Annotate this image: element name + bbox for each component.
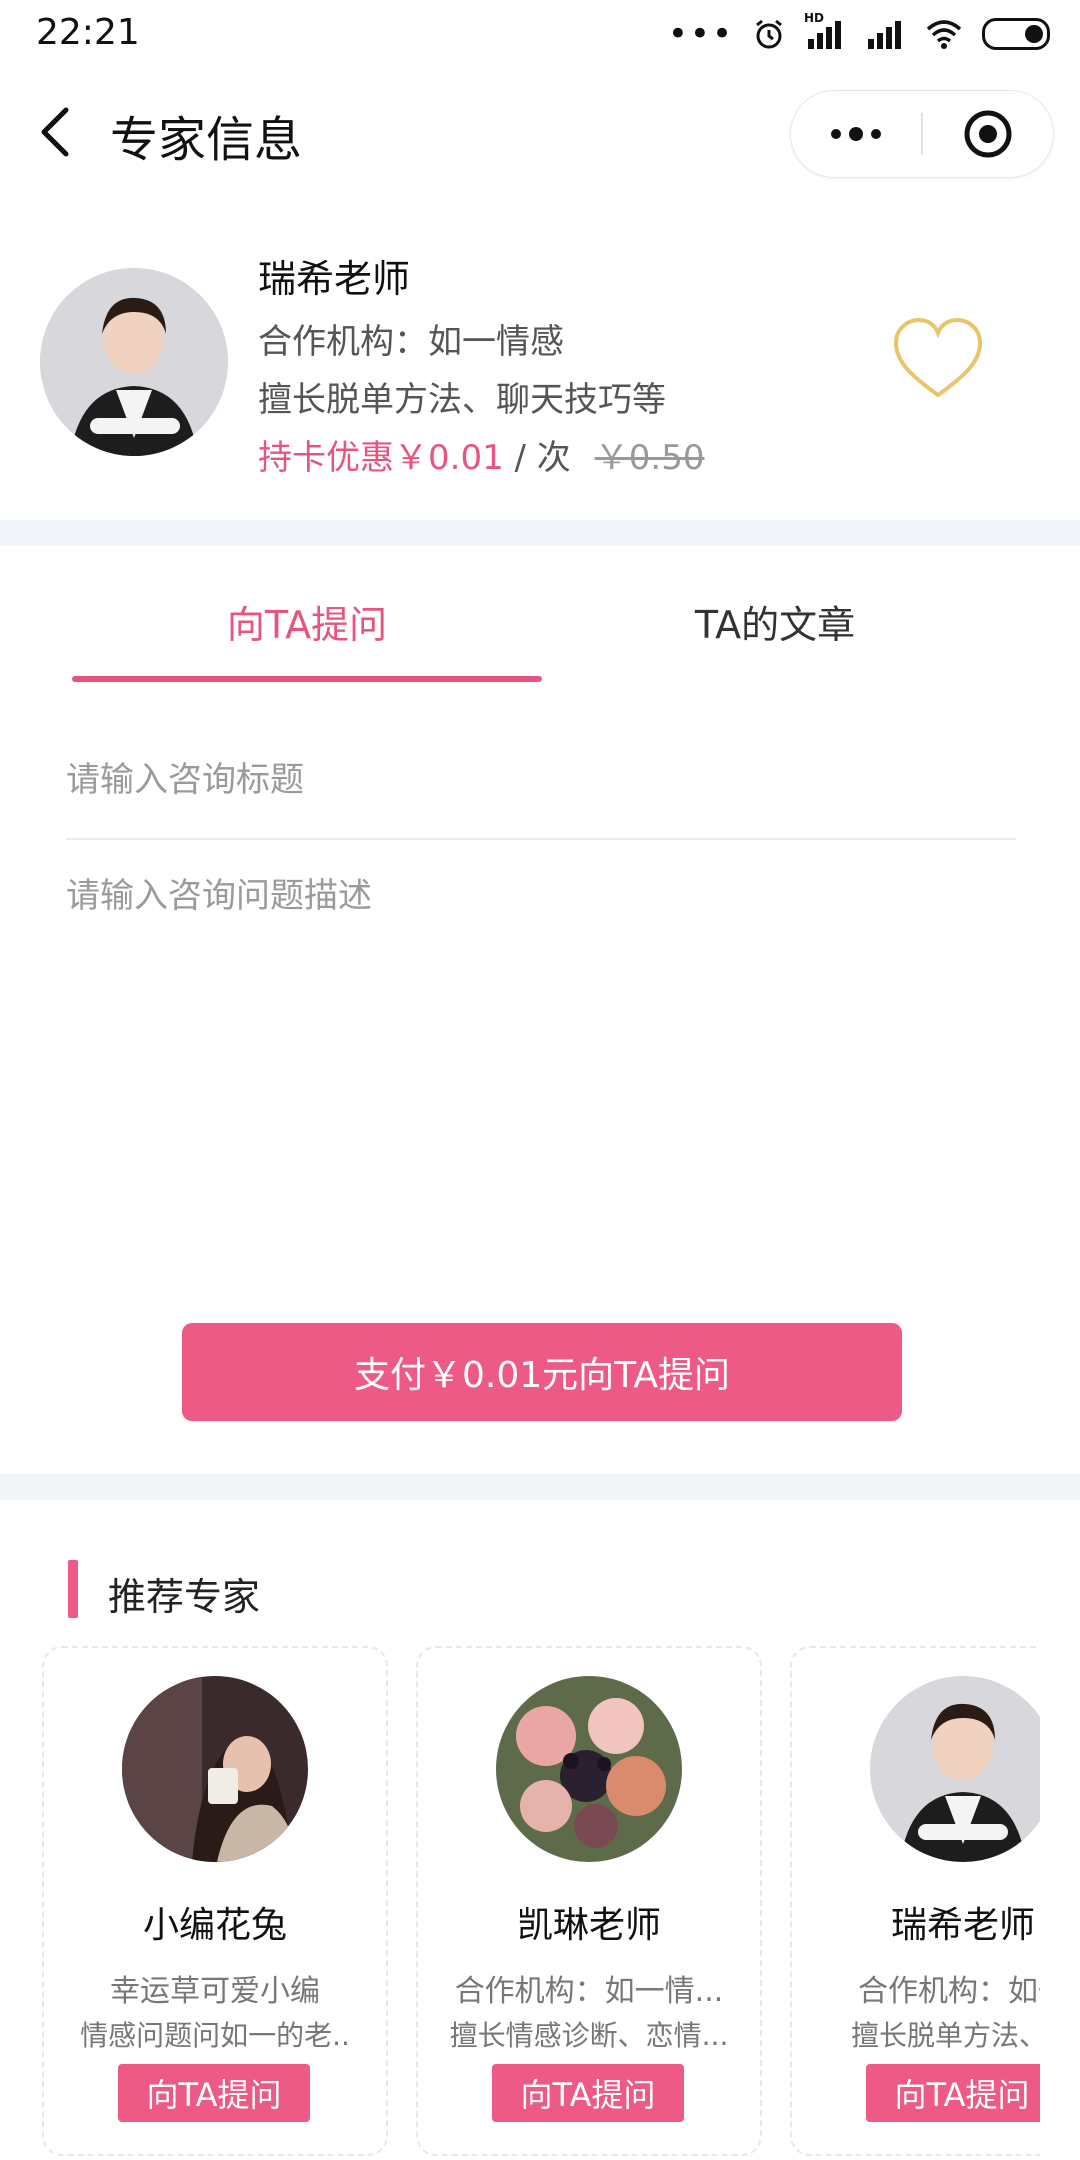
card-subtitle: 合作机构：如一情...	[454, 1974, 724, 2009]
alarm-icon	[756, 19, 782, 49]
card-avatar	[122, 1676, 308, 1862]
mini-program-capsule	[790, 90, 1054, 178]
expert-card[interactable]: 凯琳老师 合作机构：如一情... 擅长情感诊断、恋情... 向TA提问	[416, 1646, 762, 2156]
card-name: 瑞希老师	[890, 1905, 1035, 1946]
expert-org: 合作机构：如一情感	[258, 322, 564, 362]
woman-with-cup-photo-icon	[122, 1676, 308, 1862]
recommended-scroll[interactable]: 小编花兔 幸运草可爱小编 情感问题问如一的老.. 向TA提问 凯琳老师 合作机构…	[0, 1640, 1040, 2160]
expert-skills: 擅长脱单方法、聊天技巧等	[258, 380, 666, 420]
expert-card[interactable]: 瑞希老师 合作机构：如一 擅长脱单方法、聊 向TA提问	[790, 1646, 1040, 2156]
active-tab-indicator	[72, 676, 542, 682]
close-button[interactable]	[923, 91, 1053, 177]
more-icon	[831, 127, 881, 141]
back-button[interactable]	[36, 104, 86, 160]
card-subtitle: 合作机构：如一	[858, 1974, 1040, 2009]
expert-name: 瑞希老师	[258, 257, 411, 301]
pay-and-ask-button[interactable]: 支付￥0.01元向TA提问	[182, 1323, 902, 1421]
more-dots-icon: •••	[667, 14, 734, 54]
expert-card[interactable]: 小编花兔 幸运草可爱小编 情感问题问如一的老.. 向TA提问	[42, 1646, 388, 2156]
card-name: 凯琳老师	[516, 1905, 661, 1946]
card-price: 持卡优惠￥0.01	[258, 438, 504, 478]
page-title: 专家信息	[110, 112, 303, 168]
chevron-left-icon	[41, 107, 69, 157]
form-divider	[66, 838, 1016, 840]
target-close-icon	[964, 110, 1012, 158]
card-description: 擅长情感诊断、恋情...	[449, 2019, 729, 2052]
expert-photo-icon	[40, 268, 228, 456]
card-ask-button[interactable]: 向TA提问	[492, 2064, 684, 2122]
card-subtitle: 幸运草可爱小编	[110, 1974, 320, 2009]
battery-icon	[982, 18, 1050, 50]
consult-description-input[interactable]	[66, 868, 1016, 1248]
expert-price: 持卡优惠￥0.01 / 次 ￥0.50	[258, 430, 704, 479]
expert-photo-icon	[870, 1676, 1040, 1862]
price-unit: / 次	[503, 438, 571, 478]
card-name: 小编花兔	[142, 1905, 287, 1946]
section-separator	[0, 1474, 1080, 1500]
card-avatar	[870, 1676, 1040, 1862]
original-price: ￥0.50	[594, 438, 705, 478]
heart-icon	[893, 317, 983, 398]
tab-ask[interactable]: 向TA提问	[72, 594, 542, 649]
card-avatar	[496, 1676, 682, 1862]
card-ask-button[interactable]: 向TA提问	[866, 2064, 1040, 2122]
section-separator	[0, 520, 1080, 546]
tab-articles[interactable]: TA的文章	[540, 594, 1010, 649]
section-marker	[68, 1560, 78, 1618]
status-time: 22:21	[36, 12, 140, 53]
favorite-button[interactable]	[890, 315, 986, 405]
card-ask-button[interactable]: 向TA提问	[118, 2064, 310, 2122]
signal-hd-icon: HD	[804, 11, 848, 51]
card-description: 擅长脱单方法、聊	[850, 2019, 1040, 2052]
recommended-heading: 推荐专家	[108, 1575, 261, 1619]
more-button[interactable]	[791, 91, 921, 177]
signal-icon	[868, 21, 901, 49]
card-description: 情感问题问如一的老..	[80, 2019, 350, 2052]
expert-avatar	[40, 268, 228, 456]
status-icons: ••• HD	[668, 10, 1050, 58]
wifi-icon	[926, 20, 962, 49]
flower-bouquet-photo-icon	[496, 1676, 682, 1862]
consult-title-input[interactable]	[66, 748, 1016, 812]
